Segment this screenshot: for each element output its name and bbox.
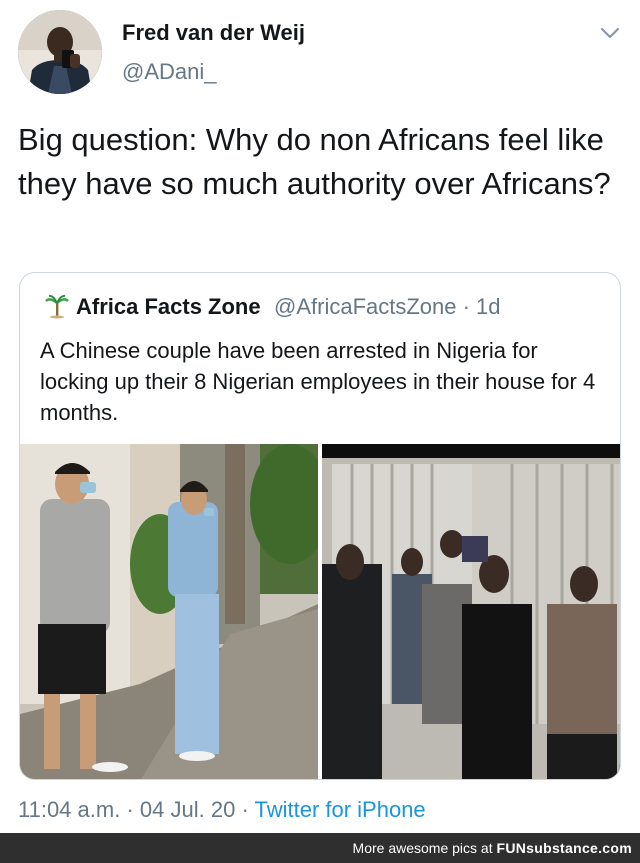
- quoted-photo-group[interactable]: [322, 444, 620, 779]
- tweet-card: Fred van der Weij @ADani_ Big question: …: [0, 0, 640, 833]
- watermark-brand: FUNsubstance.com: [496, 840, 632, 856]
- palm-tree-icon: [45, 294, 69, 319]
- quoted-tweet-text: A Chinese couple have been arrested in N…: [40, 338, 596, 425]
- watermark-bar: More awesome pics at FUNsubstance.com: [0, 833, 640, 863]
- group-at-gate-photo: [322, 444, 620, 779]
- meta-separator: ·: [241, 797, 249, 822]
- chevron-down-icon[interactable]: [598, 24, 622, 42]
- watermark-text[interactable]: More awesome pics at FUNsubstance.com: [353, 833, 632, 863]
- tweet-meta: 11:04 a.m. · 04 Jul. 20 · Twitter for iP…: [18, 797, 426, 823]
- tweet-source[interactable]: Twitter for iPhone: [254, 797, 425, 822]
- couple-standing-photo: [20, 444, 318, 779]
- watermark-prefix: More awesome pics at: [352, 840, 497, 856]
- quoted-tweet-header: Africa Facts Zone @AfricaFactsZone · 1d: [20, 291, 620, 319]
- quoted-photo-couple[interactable]: [20, 444, 318, 779]
- quoted-author-handle-time[interactable]: @AfricaFactsZone · 1d: [274, 294, 501, 320]
- quoted-author-name[interactable]: Africa Facts Zone: [76, 294, 261, 320]
- tweet-time[interactable]: 11:04 a.m.: [18, 797, 120, 822]
- tweet-text: Big question: Why do non Africans feel l…: [18, 122, 611, 201]
- meta-separator: ·: [126, 797, 134, 822]
- author-avatar[interactable]: [18, 10, 102, 94]
- author-name[interactable]: Fred van der Weij: [122, 20, 305, 46]
- profile-photo: [18, 10, 102, 94]
- quoted-tweet[interactable]: Africa Facts Zone @AfricaFactsZone · 1d …: [19, 272, 621, 780]
- tweet-date[interactable]: 04 Jul. 20: [140, 797, 235, 822]
- author-handle[interactable]: @ADani_: [122, 59, 217, 85]
